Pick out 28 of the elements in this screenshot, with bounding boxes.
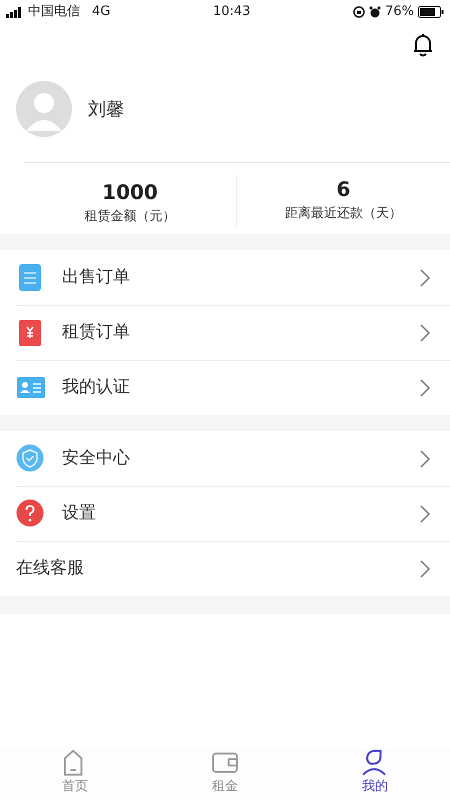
signal-icon — [6, 6, 24, 18]
network-type: 4G — [92, 3, 110, 22]
stat-value: 6 — [336, 176, 350, 203]
stat-label: 租赁金额（元） — [84, 208, 176, 226]
menu-item[interactable]: 安全中心 — [0, 431, 450, 486]
shield-check-icon — [16, 444, 46, 474]
avatar — [16, 81, 72, 137]
tab-bar-item[interactable]: 我的 — [300, 748, 450, 800]
clock-time: 10:43 — [212, 3, 252, 22]
chevron-right-icon — [420, 505, 430, 523]
menu-item[interactable]: 设置 — [16, 486, 450, 541]
battery-icon — [418, 6, 444, 18]
battery-percent: 76% — [385, 3, 414, 22]
carrier-name: 中国电信 — [28, 3, 80, 22]
chevron-right-icon — [420, 560, 430, 578]
rotation-lock-icon — [353, 6, 366, 18]
alarm-icon — [369, 6, 382, 18]
chevron-right-icon — [420, 450, 430, 468]
chevron-right-icon — [420, 324, 430, 342]
notification-bell-icon[interactable] — [412, 32, 434, 58]
question-mark-icon — [16, 499, 46, 529]
chevron-right-icon — [420, 379, 430, 397]
menu-item[interactable]: 出售订单 — [0, 250, 450, 305]
stat-label: 距离最近还款（天） — [285, 204, 402, 223]
stat-value: 1000 — [102, 178, 158, 206]
chevron-right-icon — [420, 268, 430, 286]
menu-item[interactable]: 租赁订单 — [16, 305, 450, 360]
user-name: 刘馨 — [88, 98, 124, 122]
